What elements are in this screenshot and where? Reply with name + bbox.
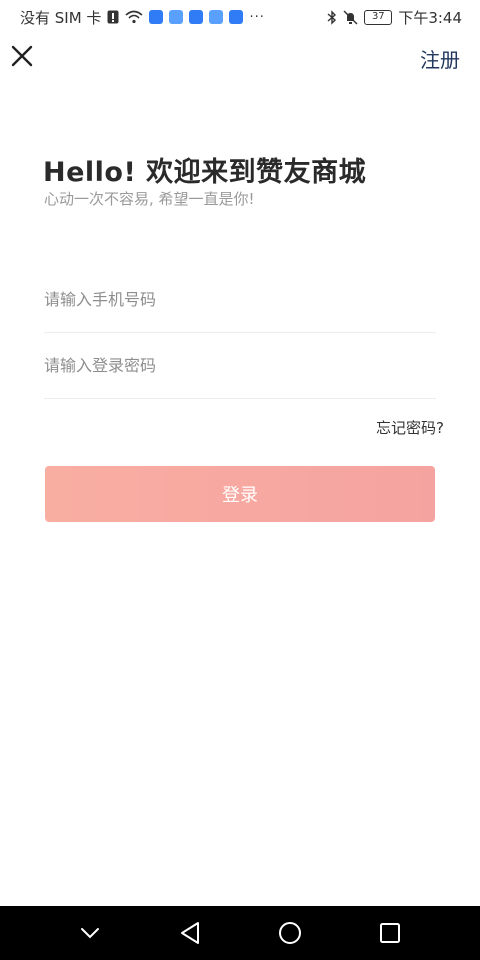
phone-field-container: [44, 267, 436, 333]
home-button[interactable]: [270, 913, 310, 953]
register-link[interactable]: 注册: [420, 44, 460, 73]
carrier-text: 没有 SIM 卡: [20, 8, 102, 27]
music-icon: [169, 10, 184, 24]
login-button[interactable]: 登录: [45, 466, 435, 522]
recents-square-icon: [380, 923, 400, 943]
phone-input[interactable]: [44, 267, 436, 332]
page-title: Hello! 欢迎来到赞友商城: [43, 157, 367, 188]
more-notifications-icon: ···: [249, 9, 265, 25]
mute-icon: [343, 10, 358, 24]
chevron-down-icon: [81, 928, 99, 939]
status-right: 37 下午3:44: [327, 7, 462, 28]
app-notification-icon: [149, 10, 164, 24]
wifi-icon: [125, 10, 143, 24]
back-triangle-icon: [181, 922, 199, 944]
page-subtitle: 心动一次不容易, 希望一直是你!: [44, 190, 255, 208]
password-field-container: [44, 333, 436, 399]
hide-keyboard-button[interactable]: [70, 913, 110, 953]
bluetooth-icon: [327, 9, 337, 25]
home-circle-icon: [279, 922, 301, 944]
password-input[interactable]: [44, 333, 436, 398]
status-left: 没有 SIM 卡 ···: [20, 7, 265, 28]
baidu-icon: [209, 10, 224, 24]
clock: 下午3:44: [398, 8, 462, 27]
close-button[interactable]: [10, 44, 34, 68]
status-bar: 没有 SIM 卡 ··· 37 下午3:44: [0, 0, 480, 34]
close-icon: [11, 45, 33, 67]
cloud-app-icon: [189, 10, 204, 24]
navigation-bar: [0, 906, 480, 960]
recents-button[interactable]: [370, 913, 410, 953]
battery-icon: 37: [364, 9, 393, 25]
sim-alert-icon: [107, 10, 119, 24]
cloud-icon: [229, 10, 244, 24]
forgot-password-link[interactable]: 忘记密码?: [376, 417, 444, 438]
back-button[interactable]: [170, 913, 210, 953]
